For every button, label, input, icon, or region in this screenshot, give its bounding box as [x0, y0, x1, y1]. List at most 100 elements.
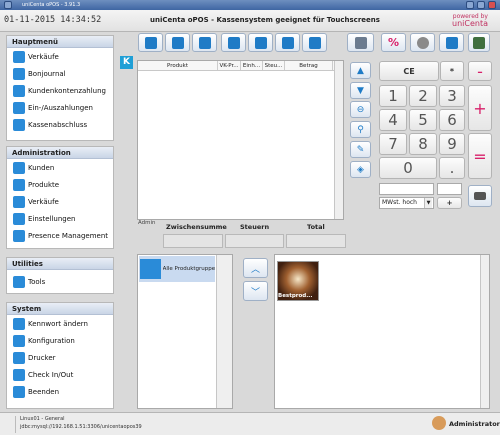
key-decimal[interactable]: . — [439, 157, 465, 179]
category-scrollbar[interactable] — [216, 255, 232, 408]
column-product: Produkt — [138, 61, 218, 70]
category-list[interactable]: Alle Produktgruppen — [137, 254, 233, 409]
coins-icon — [416, 36, 429, 49]
edit-line-button[interactable]: ✎ — [350, 141, 371, 158]
menu-item-close-cash[interactable]: Kassenabschluss — [7, 116, 113, 133]
key-8[interactable]: 8 — [409, 133, 437, 155]
key-plus[interactable]: + — [468, 85, 492, 131]
ticket-scrollbar[interactable] — [334, 61, 343, 219]
menu-item-receipts[interactable]: Bonjournal — [7, 65, 113, 82]
k-mark-icon: K — [120, 56, 133, 69]
key-7[interactable]: 7 — [379, 133, 407, 155]
key-9[interactable]: 9 — [439, 133, 465, 155]
key-5[interactable]: 5 — [409, 109, 437, 131]
minimize-button[interactable] — [466, 1, 474, 9]
tax-label: Steuern — [240, 223, 270, 231]
product-grid[interactable]: Bestprod... — [274, 254, 490, 409]
new-ticket-button[interactable] — [221, 33, 246, 52]
print-button[interactable] — [347, 33, 374, 52]
customers-icon — [13, 161, 25, 174]
menu-item-printer[interactable]: Drucker — [7, 349, 113, 366]
pay-button[interactable] — [468, 185, 492, 207]
maximize-button[interactable] — [477, 1, 485, 9]
menu-panel-main: Hauptmenü Verkäufe Bonjournal Kundenkont… — [6, 35, 114, 141]
minus-circle-icon: ⊖ — [356, 104, 365, 115]
column-price: VK-Pr... — [218, 61, 241, 70]
refresh-button[interactable] — [302, 33, 327, 52]
config-gear-icon — [13, 334, 25, 347]
delete-ticket-button[interactable] — [248, 33, 273, 52]
chevron-down-icon: ﹀ — [250, 287, 260, 298]
menu-item-settings[interactable]: Einstellungen — [7, 210, 113, 227]
exit-ticket-button[interactable] — [439, 33, 464, 52]
category-down-button[interactable]: ﹀ — [243, 281, 268, 301]
menu-item-products[interactable]: Produkte — [7, 176, 113, 193]
menu-item-customer-payment[interactable]: Kundenkontenzahlung — [7, 82, 113, 99]
tax-select[interactable]: MWst. hoch ▼ — [379, 197, 434, 209]
price-input[interactable] — [379, 183, 434, 195]
ticket-table[interactable]: Produkt VK-Pr... Einh... Steu... Betrag — [137, 60, 344, 220]
search-product-button[interactable]: ⚲ — [350, 121, 371, 138]
printer-icon — [354, 36, 367, 49]
key-0[interactable]: 0 — [379, 157, 437, 179]
menu-item-customers[interactable]: Kunden — [7, 159, 113, 176]
menu-item-cash-inout[interactable]: Ein-/Auszahlungen — [7, 99, 113, 116]
customer-info-button[interactable] — [165, 33, 190, 52]
line-down-button[interactable]: ▼ — [350, 82, 371, 99]
customer-button[interactable] — [138, 33, 163, 52]
printer-icon — [13, 351, 25, 364]
menu-item-exit[interactable]: Beenden — [7, 383, 113, 400]
menu-item-tools[interactable]: Tools — [7, 273, 113, 290]
quantity-input[interactable] — [437, 183, 462, 195]
key-multiply[interactable]: * — [440, 61, 464, 81]
split-ticket-button[interactable] — [192, 33, 217, 52]
current-user[interactable]: Administrator — [449, 420, 500, 428]
key-2[interactable]: 2 — [409, 85, 437, 107]
app-menu-icon[interactable] — [4, 1, 12, 9]
key-minus[interactable]: - — [468, 61, 492, 81]
remove-line-button[interactable]: ⊖ — [350, 101, 371, 118]
cash-drawer-button[interactable] — [468, 33, 490, 52]
user-avatar-icon — [432, 416, 446, 430]
datetime-display: 01-11-2015 14:34:52 — [4, 15, 102, 25]
window-title: uniCenta oPOS - 3.91.3 — [22, 2, 81, 8]
category-up-button[interactable]: ︿ — [243, 258, 268, 278]
sales-cart-icon — [13, 195, 25, 208]
column-tax: Steu... — [263, 61, 285, 70]
chevron-up-icon: ▲ — [357, 65, 364, 76]
menu-panel-admin: Administration Kunden Produkte Verkäufe … — [6, 146, 114, 249]
clock-icon — [13, 368, 25, 381]
key-3[interactable]: 3 — [439, 85, 465, 107]
key-1[interactable]: 1 — [379, 85, 407, 107]
ticket-table-header: Produkt VK-Pr... Einh... Steu... Betrag — [138, 61, 343, 71]
key-4[interactable]: 4 — [379, 109, 407, 131]
menu-item-checkinout[interactable]: Check In/Out — [7, 366, 113, 383]
total-label: Total — [307, 223, 325, 231]
box-icon — [13, 178, 25, 191]
product-scrollbar[interactable] — [480, 255, 489, 408]
attributes-button[interactable]: ◈ — [350, 161, 371, 178]
pencil-icon: ✎ — [356, 144, 365, 155]
tax-add-button[interactable]: + — [437, 197, 462, 209]
menu-item-configuration[interactable]: Konfiguration — [7, 332, 113, 349]
product-tile[interactable]: Bestprod... — [277, 261, 319, 301]
menu-item-change-password[interactable]: Kennwort ändern — [7, 315, 113, 332]
menu-item-sales-admin[interactable]: Verkäufe — [7, 193, 113, 210]
move-ticket-button[interactable] — [275, 33, 300, 52]
key-equals[interactable]: = — [468, 133, 492, 179]
line-up-button[interactable]: ▲ — [350, 62, 371, 79]
status-bar: Linux01 - General jdbc:mysql://192.168.1… — [0, 412, 500, 435]
script-button[interactable] — [410, 33, 435, 52]
key-ce[interactable]: CE — [379, 61, 439, 81]
menu-item-sales[interactable]: Verkäufe — [7, 48, 113, 65]
close-button[interactable] — [488, 1, 496, 9]
tax-value — [225, 234, 284, 248]
key-6[interactable]: 6 — [439, 109, 465, 131]
category-item[interactable]: Alle Produktgruppen — [139, 256, 215, 282]
tools-icon — [13, 275, 25, 288]
category-list-icon — [140, 259, 161, 279]
menu-item-presence[interactable]: Presence Management — [7, 227, 113, 244]
status-db-url: jdbc:mysql://192.168.1.51:3306/unicentao… — [20, 424, 142, 430]
unicenta-logo: powered by uniCenta — [452, 13, 488, 28]
discount-button[interactable]: % — [381, 33, 406, 52]
